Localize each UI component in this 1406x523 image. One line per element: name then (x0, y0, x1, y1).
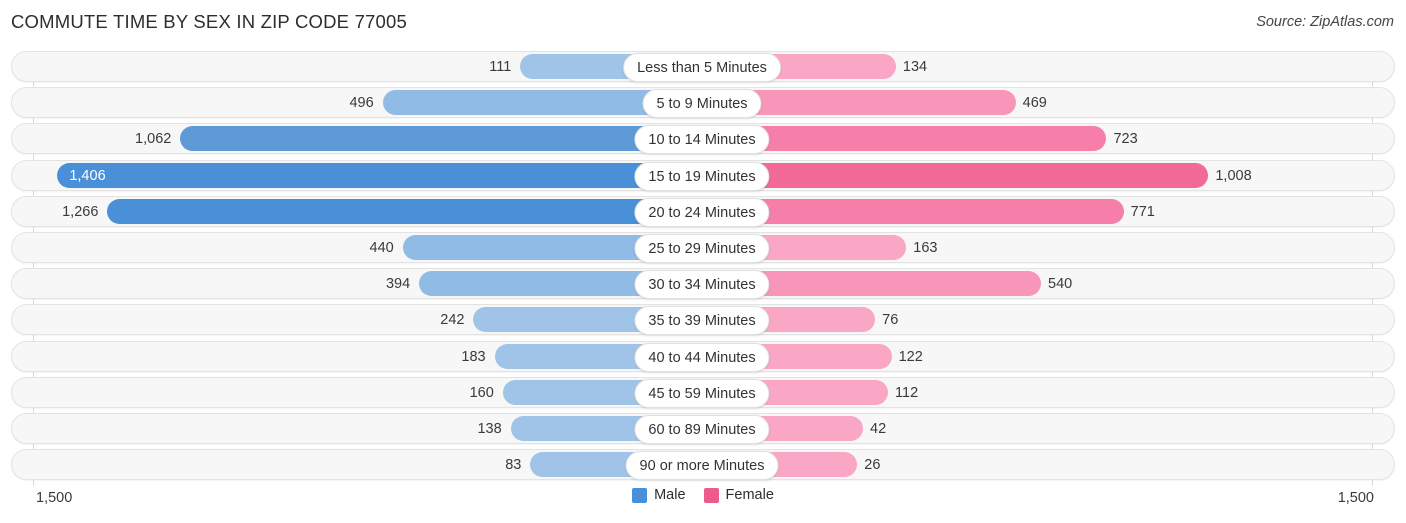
bar-female[interactable] (704, 162, 1209, 188)
chart-row[interactable]: 242 76 35 to 39 Minutes (11, 304, 1395, 336)
bar-value-male: 160 (469, 384, 494, 401)
page-title: COMMUTE TIME BY SEX IN ZIP CODE 77005 (11, 11, 408, 32)
plot-area: 111 134 Less than 5 Minutes 496 469 5 to 9 Mi… (0, 51, 1406, 486)
category-label: 30 to 34 Minutes (634, 270, 770, 300)
chart-row[interactable]: 111 134 Less than 5 Minutes (11, 51, 1395, 82)
legend-swatch-female-icon (703, 487, 719, 503)
source-attribution: Source: ZipAtlas.com (1256, 14, 1394, 30)
bar-value-female: 723 (1113, 131, 1138, 148)
bar-value-female: 112 (895, 384, 919, 401)
bar-value-female: 122 (898, 348, 923, 365)
bar-value-male: 1,266 (62, 203, 99, 220)
chart-row[interactable]: 160 112 45 to 59 Minutes (11, 376, 1395, 408)
bar-value-female: 26 (864, 457, 881, 474)
bar-value-female: 540 (1048, 276, 1073, 293)
commute-time-chart: COMMUTE TIME BY SEX IN ZIP CODE 77005 So… (0, 0, 1406, 523)
category-label: 5 to 9 Minutes (642, 89, 762, 119)
chart-row[interactable]: 496 469 5 to 9 Minutes (11, 87, 1395, 119)
bar-value-male: 111 (489, 59, 512, 75)
bar-value-male: 496 (349, 95, 374, 112)
bar-value-male: 183 (461, 348, 486, 365)
bar-value-male: 394 (385, 276, 411, 293)
bar-male[interactable] (57, 162, 704, 188)
legend-label-female: Female (725, 487, 774, 503)
chart-row[interactable]: 1,406 1,008 15 to 19 Minutes (11, 159, 1395, 191)
bar-value-male: 83 (505, 457, 522, 474)
category-label: 10 to 14 Minutes (634, 125, 770, 155)
bar-value-male: 1,406 (69, 167, 106, 184)
category-label: 60 to 89 Minutes (634, 415, 770, 444)
chart-row[interactable]: 1,062 723 10 to 14 Minutes (11, 123, 1395, 155)
bar-male[interactable] (107, 198, 704, 224)
category-label: 35 to 39 Minutes (634, 306, 770, 336)
bar-value-male: 138 (477, 421, 502, 437)
category-label: 20 to 24 Minutes (634, 197, 770, 227)
chart-row[interactable]: 83 26 90 or more Minutes (11, 449, 1395, 481)
bar-male[interactable] (180, 126, 704, 152)
legend-item-male[interactable]: Male (632, 487, 686, 503)
axis-max-left: 1,500 (36, 490, 73, 506)
bar-value-male: 242 (440, 312, 465, 329)
chart-row[interactable]: 138 42 60 to 89 Minutes (11, 413, 1395, 444)
legend-label-male: Male (654, 487, 686, 503)
category-label: 45 to 59 Minutes (634, 378, 770, 408)
bar-value-male: 440 (369, 240, 394, 256)
bar-value-female: 469 (1022, 95, 1047, 112)
bar-value-female: 163 (913, 240, 938, 256)
chart-row[interactable]: 1,266 771 20 to 24 Minutes (11, 195, 1395, 227)
category-label: 90 or more Minutes (625, 451, 779, 481)
chart-row[interactable]: 440 163 25 to 29 Minutes (11, 232, 1395, 263)
legend-item-female[interactable]: Female (703, 487, 774, 503)
bar-value-female: 42 (870, 421, 887, 437)
bar-value-female: 1,008 (1215, 167, 1252, 184)
legend: Male Female (0, 487, 1406, 503)
bar-value-female: 134 (902, 59, 928, 75)
category-label: 40 to 44 Minutes (634, 342, 770, 372)
chart-row[interactable]: 394 540 30 to 34 Minutes (11, 268, 1395, 300)
category-label: 25 to 29 Minutes (634, 234, 770, 263)
bar-value-female: 771 (1130, 203, 1155, 220)
bar-value-male: 1,062 (135, 131, 172, 148)
axis-max-right: 1,500 (1337, 490, 1374, 506)
category-label: 15 to 19 Minutes (634, 161, 770, 191)
category-label: Less than 5 Minutes (623, 53, 781, 82)
bar-value-female: 76 (882, 312, 899, 329)
legend-swatch-male-icon (632, 487, 648, 503)
chart-row[interactable]: 183 122 40 to 44 Minutes (11, 340, 1395, 372)
